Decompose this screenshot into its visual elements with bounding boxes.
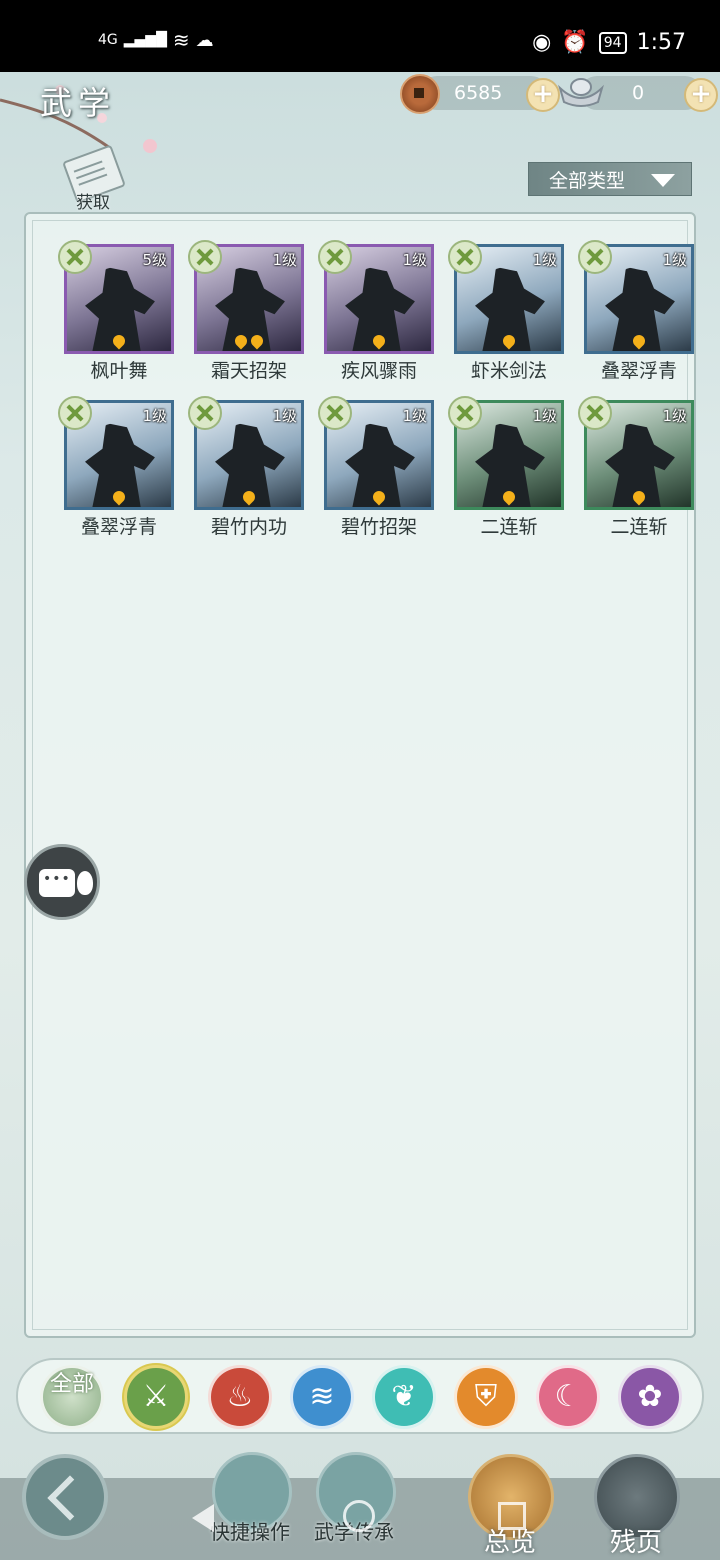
sect-filter-shield[interactable]: ⛨ bbox=[454, 1365, 518, 1429]
moon-icon: ☾ bbox=[554, 1379, 582, 1414]
silver-value: 0 bbox=[632, 82, 645, 104]
type-filter-value: 全部类型 bbox=[549, 169, 626, 192]
skill-level: 1级 bbox=[142, 407, 167, 425]
bamboo-sword-icon: ⚔ bbox=[142, 1379, 170, 1414]
skill-name: 霜天招架 bbox=[210, 360, 287, 382]
sect-badge-icon bbox=[578, 240, 612, 274]
sect-badge-icon bbox=[188, 396, 222, 430]
sect-badge-icon bbox=[448, 396, 482, 430]
sect-badge-icon bbox=[448, 240, 482, 274]
skill-name: 叠翠浮青 bbox=[600, 360, 677, 382]
dropdown-triangle-icon bbox=[651, 174, 675, 187]
skill-level: 1级 bbox=[532, 251, 557, 269]
back-button[interactable] bbox=[22, 1454, 108, 1540]
skill-card[interactable]: 1级 二连斩 bbox=[564, 396, 694, 552]
alarm-icon: ⏰ bbox=[561, 30, 589, 55]
battery-indicator: 94 bbox=[598, 31, 627, 54]
sect-badge-icon bbox=[578, 396, 612, 430]
copper-coin-icon bbox=[400, 74, 440, 114]
rose-icon: ✿ bbox=[637, 1379, 663, 1414]
sect-badge-icon bbox=[58, 240, 92, 274]
sect-filter-wave[interactable]: ≋ bbox=[290, 1365, 354, 1429]
butterfly-icon: ❦ bbox=[391, 1379, 417, 1414]
eye-icon: ◉ bbox=[532, 30, 552, 55]
flame-sect-icon: ♨ bbox=[226, 1379, 254, 1414]
sect-filter-butterfly[interactable]: ❦ bbox=[372, 1365, 436, 1429]
silver-ingot-icon bbox=[558, 78, 604, 107]
fragments-label: 残页 bbox=[610, 1528, 663, 1558]
add-silver-button[interactable]: + bbox=[684, 78, 718, 112]
skills-panel: 5级 枫叶舞 1级 霜天招架 1级 疾风骤雨 1级 虾米剑法 1级 叠翠浮青 1… bbox=[24, 212, 696, 1338]
skill-level: 1级 bbox=[662, 251, 687, 269]
skill-level: 5级 bbox=[142, 251, 167, 269]
skill-name: 二连斩 bbox=[610, 516, 668, 538]
skill-card[interactable]: 1级 虾米剑法 bbox=[434, 240, 564, 396]
skill-level: 1级 bbox=[662, 407, 687, 425]
skill-name: 叠翠浮青 bbox=[80, 516, 157, 538]
sect-badge-icon bbox=[58, 396, 92, 430]
skill-name: 疾风骤雨 bbox=[340, 360, 417, 382]
skill-level: 1级 bbox=[272, 407, 297, 425]
skill-name: 二连斩 bbox=[480, 516, 538, 538]
skill-name: 碧竹招架 bbox=[340, 516, 417, 538]
cloud-icon: ☁ bbox=[195, 29, 214, 51]
skill-name: 碧竹内功 bbox=[210, 516, 287, 538]
clock: 1:57 bbox=[636, 30, 686, 55]
skill-card[interactable]: 5级 枫叶舞 bbox=[44, 240, 174, 396]
type-filter-dropdown[interactable]: 全部类型 bbox=[528, 162, 692, 196]
sect-filter-all[interactable]: 全部 bbox=[40, 1365, 104, 1429]
gourd-icon bbox=[77, 871, 93, 895]
sect-filter-flame[interactable]: ♨ bbox=[208, 1365, 272, 1429]
skill-name: 枫叶舞 bbox=[90, 360, 148, 382]
skill-level: 1级 bbox=[272, 251, 297, 269]
sect-badge-icon bbox=[318, 240, 352, 274]
sect-badge-icon bbox=[318, 396, 352, 430]
wave-icon: ≋ bbox=[309, 1379, 335, 1414]
skill-level: 1级 bbox=[402, 407, 427, 425]
skill-card[interactable]: 1级 碧竹内功 bbox=[174, 396, 304, 552]
skill-card[interactable]: 1级 霜天招架 bbox=[174, 240, 304, 396]
acquire-label: 获取 bbox=[76, 193, 110, 213]
sect-filter-bamboo[interactable]: ⚔ bbox=[124, 1365, 188, 1429]
signal-icon: ▂▄▆█ bbox=[123, 32, 167, 48]
skill-level: 1级 bbox=[402, 251, 427, 269]
status-bar: 4G ▂▄▆█ ≋ ☁ ◉ ⏰ 94 1:57 bbox=[0, 0, 720, 72]
skill-grid: 5级 枫叶舞 1级 霜天招架 1级 疾风骤雨 1级 虾米剑法 1级 叠翠浮青 1… bbox=[44, 240, 694, 552]
skill-card[interactable]: 1级 叠翠浮青 bbox=[44, 396, 174, 552]
system-recents-icon[interactable] bbox=[498, 1502, 526, 1530]
skill-name: 虾米剑法 bbox=[470, 360, 547, 382]
sect-all-label: 全部 bbox=[49, 1372, 94, 1397]
chat-button[interactable] bbox=[24, 844, 100, 920]
status-left: 4G ▂▄▆█ ≋ ☁ bbox=[98, 28, 214, 52]
status-right: ◉ ⏰ 94 1:57 bbox=[532, 30, 686, 55]
shield-icon: ⛨ bbox=[474, 1379, 498, 1414]
sect-filter-moon[interactable]: ☾ bbox=[536, 1365, 600, 1429]
copper-value: 6585 bbox=[454, 82, 503, 104]
skill-card[interactable]: 1级 叠翠浮青 bbox=[564, 240, 694, 396]
wifi-icon: ≋ bbox=[172, 28, 190, 52]
system-back-icon[interactable] bbox=[192, 1504, 214, 1532]
network-label: 4G bbox=[98, 32, 118, 48]
page-title: 武学 bbox=[40, 84, 117, 122]
skill-level: 1级 bbox=[532, 407, 557, 425]
sect-filter-bar: 全部 ⚔ ♨ ≋ ❦ ⛨ ☾ ✿ bbox=[16, 1358, 704, 1434]
add-copper-button[interactable]: + bbox=[526, 78, 560, 112]
sect-filter-rose[interactable]: ✿ bbox=[618, 1365, 682, 1429]
sect-badge-icon bbox=[188, 240, 222, 274]
chat-bubble-icon bbox=[39, 869, 75, 897]
quick-ops-label: 快捷操作 bbox=[210, 1520, 290, 1544]
skill-card[interactable]: 1级 二连斩 bbox=[434, 396, 564, 552]
skill-card[interactable]: 1级 碧竹招架 bbox=[304, 396, 434, 552]
system-home-icon[interactable] bbox=[343, 1500, 375, 1532]
skill-card[interactable]: 1级 疾风骤雨 bbox=[304, 240, 434, 396]
acquire-button[interactable]: 获取 bbox=[62, 144, 132, 214]
